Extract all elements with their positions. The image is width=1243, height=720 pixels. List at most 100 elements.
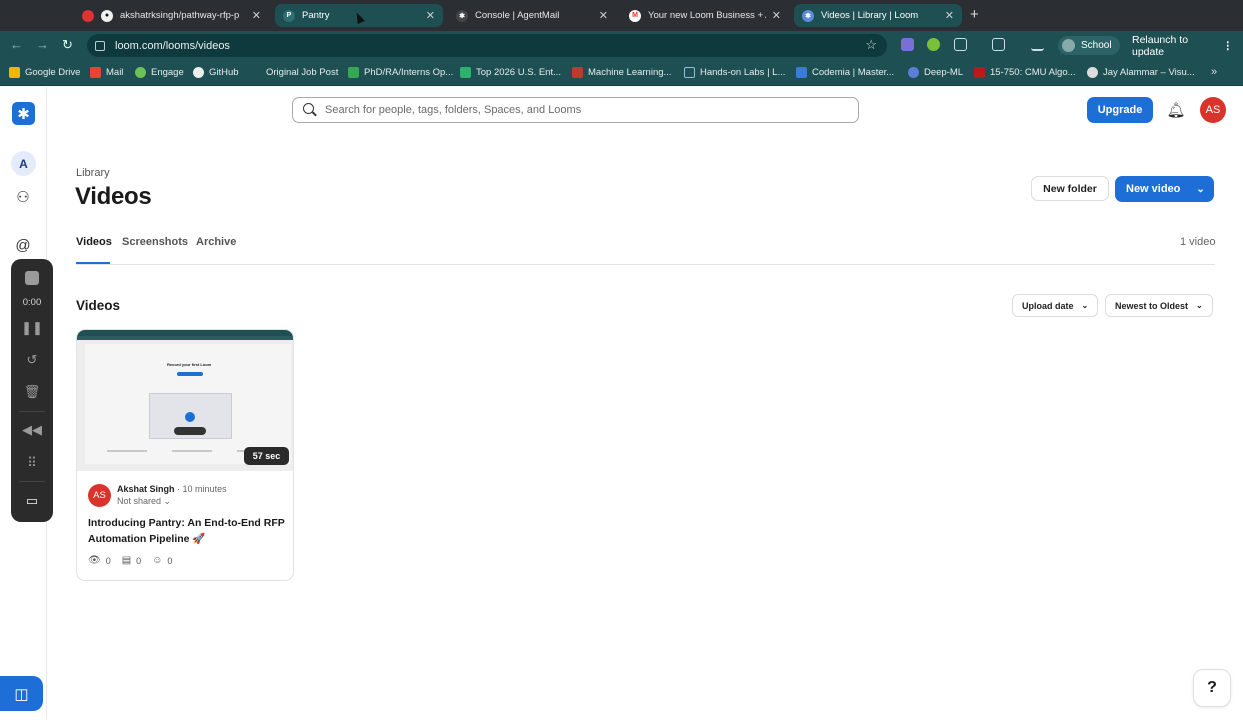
- add-user-icon[interactable]: ⚇: [14, 188, 32, 206]
- site-icon: [572, 67, 583, 78]
- chevron-down-icon: ⌄: [1081, 301, 1089, 310]
- separator: ·: [177, 484, 181, 494]
- restart-icon[interactable]: ↺: [11, 352, 53, 368]
- video-card[interactable]: Record your first Loom 57 sec AS Akshat …: [76, 329, 294, 581]
- tab-videos[interactable]: Videos: [76, 236, 112, 248]
- reload-icon[interactable]: ↻: [62, 37, 73, 53]
- thumbnail-heading: Record your first Loom: [167, 362, 212, 367]
- bookmark-item[interactable]: Deep-ML: [908, 67, 963, 78]
- bookmark-item[interactable]: GitHub: [193, 67, 239, 78]
- sort-order-dropdown[interactable]: Newest to Oldest ⌄: [1105, 294, 1213, 317]
- tab-title: Your new Loom Business + A: [648, 10, 766, 21]
- tab-screenshots[interactable]: Screenshots: [122, 236, 188, 248]
- workspace-avatar[interactable]: A: [11, 151, 36, 176]
- close-icon[interactable]: ✕: [945, 9, 954, 22]
- labs-icon: [684, 67, 695, 78]
- bookmarks-bar: Google Drive Mail Engage GitHub Original…: [0, 60, 1243, 86]
- puzzle-icon[interactable]: [954, 38, 967, 51]
- duration-badge: 57 sec: [244, 447, 289, 465]
- chevron-down-icon: ⌄: [163, 496, 172, 506]
- github-icon: [193, 67, 204, 78]
- video-title[interactable]: Introducing Pantry: An End-to-End RFP Au…: [88, 515, 288, 547]
- stop-recording-icon[interactable]: [25, 271, 39, 285]
- help-button[interactable]: ?: [1193, 669, 1231, 707]
- bookmark-item[interactable]: Jay Alammar – Visu...: [1087, 67, 1195, 78]
- url-text: loom.com/looms/videos: [115, 39, 230, 52]
- extension-icon[interactable]: [927, 38, 940, 51]
- more-menu-icon[interactable]: ⋮: [1223, 40, 1234, 52]
- owner-name: Akshat Singh: [117, 484, 175, 494]
- close-icon[interactable]: ✕: [599, 9, 608, 22]
- browser-tab-github[interactable]: ● akshatrksingh/pathway-rfp-p ✕: [74, 4, 269, 27]
- bookmark-item[interactable]: 15-750: CMU Algo...: [974, 67, 1076, 78]
- share-status-label: Not shared: [117, 496, 162, 506]
- bookmark-item[interactable]: Mail: [90, 67, 123, 78]
- close-icon[interactable]: ✕: [426, 9, 435, 22]
- bell-icon[interactable]: 🔔︎: [1166, 100, 1186, 120]
- divider: [19, 481, 45, 482]
- bookmark-label: Machine Learning...: [588, 67, 672, 78]
- trash-icon[interactable]: 🗑: [11, 384, 53, 400]
- site-info-icon[interactable]: [95, 40, 105, 51]
- new-video-button[interactable]: New video ⌄: [1115, 176, 1214, 202]
- share-status-dropdown[interactable]: Not shared ⌄: [117, 496, 171, 507]
- new-tab-button[interactable]: +: [970, 6, 979, 23]
- user-avatar[interactable]: AS: [1200, 97, 1226, 123]
- breadcrumb[interactable]: Library: [76, 167, 110, 179]
- close-icon[interactable]: ✕: [252, 9, 261, 22]
- record-button[interactable]: ◫: [0, 676, 43, 711]
- tab-title: Videos | Library | Loom: [821, 10, 919, 21]
- bookmark-item[interactable]: Top 2026 U.S. Ent...: [460, 67, 561, 78]
- relaunch-button[interactable]: Relaunch to update ⋮: [1122, 34, 1243, 58]
- divider: [76, 264, 1215, 265]
- camera-icon[interactable]: ▭: [11, 493, 53, 509]
- browser-tab-agentmail[interactable]: ✱ Console | AgentMail ✕: [448, 4, 616, 27]
- bookmark-item[interactable]: Hands-on Labs | L...: [684, 67, 785, 78]
- thumbnail-text-line: [107, 450, 147, 452]
- bookmark-item[interactable]: Original Job Post: [266, 67, 338, 78]
- cast-icon[interactable]: [992, 38, 1005, 51]
- search-input[interactable]: [325, 104, 825, 116]
- github-icon: ●: [101, 9, 113, 22]
- bookmark-item[interactable]: Codemia | Master...: [796, 67, 894, 78]
- sort-field-dropdown[interactable]: Upload date ⌄: [1012, 294, 1099, 317]
- grid-icon[interactable]: ⠿: [11, 455, 53, 471]
- loom-logo-icon[interactable]: ✱: [12, 102, 35, 125]
- bookmark-item[interactable]: PhD/RA/Interns Op...: [348, 67, 453, 78]
- profile-chip[interactable]: School: [1058, 36, 1120, 55]
- video-thumbnail[interactable]: Record your first Loom 57 sec: [77, 330, 293, 471]
- bookmark-label: 15-750: CMU Algo...: [990, 67, 1076, 78]
- comments-stat: ▤ 0: [122, 555, 141, 566]
- forward-icon[interactable]: →: [36, 37, 49, 52]
- gmail-icon: [90, 67, 101, 78]
- bookmark-label: PhD/RA/Interns Op...: [364, 67, 454, 78]
- back-icon[interactable]: ←: [10, 37, 23, 52]
- browser-tab-loom[interactable]: ✱ Videos | Library | Loom ✕: [794, 4, 962, 27]
- bookmark-star-icon[interactable]: ☆: [865, 37, 877, 53]
- bookmark-item[interactable]: Machine Learning...: [572, 67, 671, 78]
- tab-archive[interactable]: Archive: [196, 236, 236, 248]
- bookmark-item[interactable]: Google Drive: [9, 67, 80, 78]
- bookmark-label: GitHub: [209, 67, 239, 78]
- profile-label: School: [1081, 40, 1112, 51]
- close-icon[interactable]: ✕: [772, 9, 781, 22]
- chevron-down-icon[interactable]: ⌄: [1196, 184, 1204, 195]
- bookmark-item[interactable]: Engage: [135, 67, 184, 78]
- rewind-icon[interactable]: ◀◀: [11, 422, 53, 438]
- bookmark-label: Original Job Post: [266, 67, 339, 78]
- browser-tab-gmail[interactable]: M Your new Loom Business + A ✕: [621, 4, 789, 27]
- search-icon: [303, 103, 317, 117]
- extension-icon[interactable]: [901, 38, 914, 51]
- browser-tab-strip: ● akshatrksingh/pathway-rfp-p ✕ P Pantry…: [0, 0, 1243, 31]
- at-sign-icon[interactable]: @: [14, 236, 32, 254]
- address-bar[interactable]: loom.com/looms/videos ☆: [87, 34, 887, 57]
- bookmarks-overflow-icon[interactable]: »: [1211, 66, 1217, 78]
- upgrade-button[interactable]: Upgrade: [1087, 97, 1153, 123]
- download-icon[interactable]: [1031, 38, 1044, 51]
- new-folder-button[interactable]: New folder: [1031, 176, 1109, 201]
- search-bar[interactable]: [292, 97, 859, 123]
- sheets-icon: [348, 67, 359, 78]
- reactions-stat: ☺ 0: [152, 555, 172, 566]
- pause-icon[interactable]: ❚❚: [11, 320, 53, 336]
- section-title: Videos: [76, 298, 121, 313]
